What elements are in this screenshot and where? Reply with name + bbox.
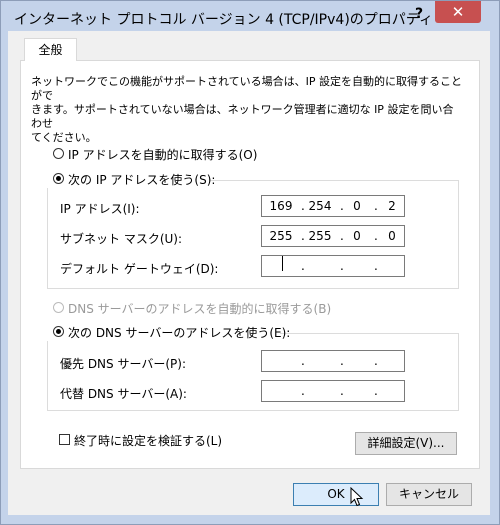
ip-dot: . (340, 384, 344, 398)
description-text: ネットワークでこの機能がサポートされている場合は、IP 設定を自動的に取得するこ… (31, 75, 463, 145)
ip-octet: 0 (388, 229, 396, 243)
ip-dot: . (301, 199, 305, 213)
ip-address-label: IP アドレス(I): (60, 202, 140, 216)
ip-auto-radio[interactable] (53, 148, 64, 159)
validate-checkbox[interactable] (59, 434, 70, 445)
ip-manual-radio[interactable] (53, 173, 64, 184)
preferred-dns-label: 優先 DNS サーバー(P): (60, 357, 186, 371)
subnet-mask-field[interactable]: 255 . 255 . 0 . 0 (261, 225, 405, 247)
alternate-dns-field[interactable]: . . . (261, 380, 405, 402)
subnet-mask-label: サブネット マスク(U): (60, 232, 183, 246)
description-line: ネットワークでこの機能がサポートされている場合は、IP 設定を自動的に取得するこ… (31, 75, 463, 102)
validate-label[interactable]: 終了時に設定を検証する(L) (74, 432, 222, 449)
ok-button[interactable]: OK (293, 483, 379, 506)
ip-dot: . (301, 384, 305, 398)
dns-auto-radio[interactable] (53, 302, 64, 313)
default-gateway-label: デフォルト ゲートウェイ(D): (60, 262, 219, 276)
ip-octet: 169 (269, 199, 293, 213)
dns-auto-label[interactable]: DNS サーバーのアドレスを自動的に取得する(B) (68, 300, 331, 317)
alternate-dns-label: 代替 DNS サーバー(A): (60, 387, 187, 401)
mouse-cursor-icon (350, 487, 364, 507)
ip-dot: . (301, 229, 305, 243)
tab-general[interactable]: 全般 (24, 38, 77, 61)
ip-dot: . (340, 354, 344, 368)
dns-manual-label[interactable]: 次の DNS サーバーのアドレスを使う(E): (68, 324, 290, 341)
ip-octet: 0 (353, 199, 361, 213)
ip-octet: 255 (308, 229, 332, 243)
ip-dot: . (374, 354, 378, 368)
ip-dot: . (374, 259, 378, 273)
ip-address-field[interactable]: 169 . 254 . 0 . 2 (261, 195, 405, 217)
description-line: てください。 (31, 131, 97, 144)
ip-octet: 0 (353, 229, 361, 243)
ip-dot: . (301, 354, 305, 368)
ip-octet: 2 (388, 199, 396, 213)
window-title: インターネット プロトコル バージョン 4 (TCP/IPv4)のプロパティ (14, 12, 433, 28)
ip-dot: . (374, 229, 378, 243)
description-line: きます。サポートされていない場合は、ネットワーク管理者に適切な IP 設定を問い… (31, 103, 454, 130)
close-icon: ✕ (451, 3, 465, 21)
cancel-button[interactable]: キャンセル (386, 483, 472, 506)
advanced-button[interactable]: 詳細設定(V)... (355, 432, 457, 455)
ip-octet: 255 (269, 229, 293, 243)
ip-dot: . (340, 259, 344, 273)
ip-dot: . (301, 259, 305, 273)
ip-manual-label[interactable]: 次の IP アドレスを使う(S): (68, 171, 215, 188)
ip-octet: 254 (308, 199, 332, 213)
dns-manual-radio[interactable] (53, 326, 64, 337)
text-caret (282, 256, 283, 271)
close-button[interactable]: ✕ (435, 1, 481, 23)
ip-dot: . (374, 199, 378, 213)
preferred-dns-field[interactable]: . . . (261, 350, 405, 372)
ip-dot: . (374, 384, 378, 398)
ip-auto-label[interactable]: IP アドレスを自動的に取得する(O) (68, 146, 257, 163)
help-button[interactable]: ? (405, 2, 433, 26)
